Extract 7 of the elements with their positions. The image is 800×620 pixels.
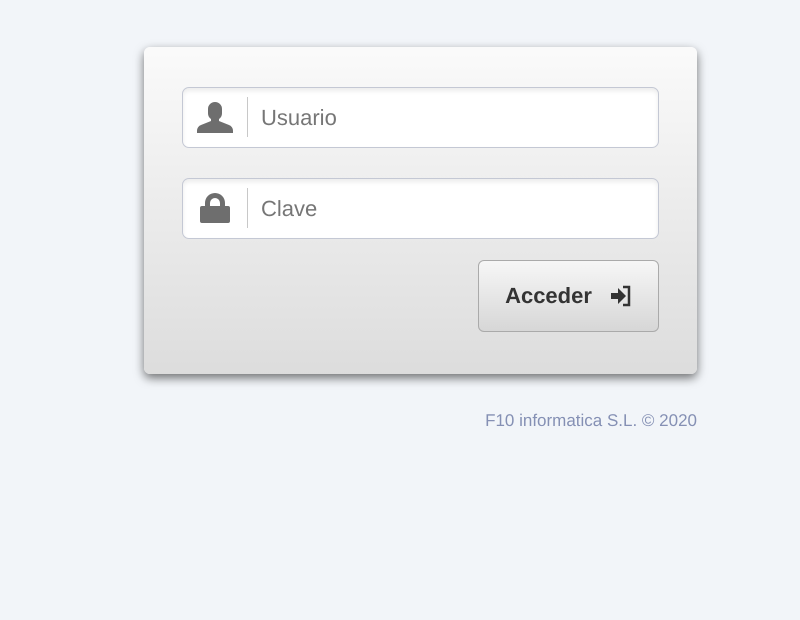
lock-icon [198,192,232,224]
sign-in-icon [610,285,632,307]
username-field[interactable]: Usuario [182,87,659,148]
copyright-text: F10 informatica S.L. © 2020 [485,411,697,431]
user-icon [195,101,235,133]
password-field[interactable]: Clave [182,178,659,239]
login-button[interactable]: Acceder [478,260,659,332]
